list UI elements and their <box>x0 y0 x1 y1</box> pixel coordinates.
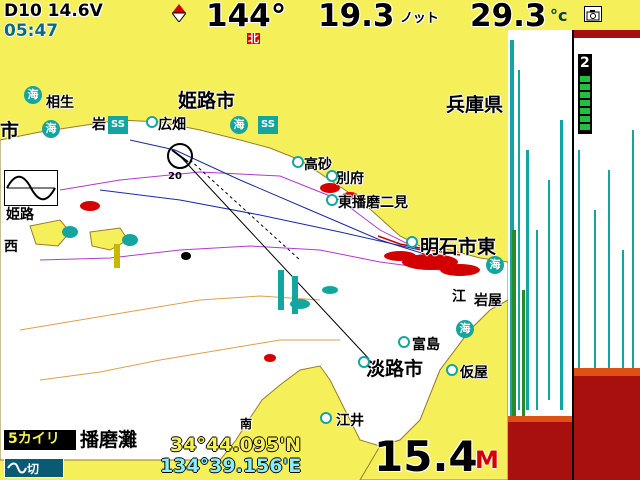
gas-station-icon[interactable]: SS <box>258 116 278 134</box>
map-label-iwaya: 岩屋 <box>474 293 502 309</box>
map-label-higashiharima: 東播磨二見 <box>338 195 408 211</box>
north-marker: 北 <box>247 32 260 45</box>
heading-readout: 144° <box>206 0 287 34</box>
water-temperature-readout: 29.3 <box>470 0 547 34</box>
map-label-befu: 別府 <box>336 171 364 187</box>
area-name: 播磨灘 <box>80 429 138 451</box>
gain-level: 2 <box>580 55 590 71</box>
location-pin-icon[interactable] <box>146 116 158 128</box>
location-pin-icon[interactable] <box>398 336 410 348</box>
map-label-himeji: 姫路市 <box>178 90 236 112</box>
speed-readout: 19.3 <box>318 0 395 34</box>
latitude-readout: 34°44.095'N <box>170 434 301 456</box>
port-icon[interactable]: 海 <box>486 256 504 274</box>
map-label-e: 江 <box>452 289 466 305</box>
depth-readout: 15.4 <box>374 432 478 480</box>
camera-icon[interactable] <box>584 6 602 22</box>
map-label-akashi: 明石市東 <box>420 236 497 258</box>
heading-arrow-icon <box>172 4 186 22</box>
map-label-aioi: 相生 <box>46 95 74 111</box>
map-label-kariya: 仮屋 <box>460 365 488 381</box>
tide-graph-icon[interactable] <box>4 170 58 206</box>
south-marker: 南 <box>240 417 253 431</box>
port-icon[interactable]: 海 <box>456 320 474 338</box>
map-label-awaji: 淡路市 <box>366 358 424 380</box>
display-toggle-button[interactable]: 切 <box>4 458 64 478</box>
location-pin-icon[interactable] <box>292 156 304 168</box>
sonar-panel-low[interactable] <box>508 30 572 480</box>
location-pin-icon[interactable] <box>326 194 338 206</box>
map-label-nishi: 西 <box>4 239 18 255</box>
chart-scale: 5カイリ <box>8 431 60 447</box>
location-pin-icon[interactable] <box>326 170 338 182</box>
temperature-unit: °c <box>550 6 568 25</box>
depth-unit: M <box>475 446 499 474</box>
port-icon[interactable]: 海 <box>24 86 42 104</box>
gas-station-icon[interactable]: SS <box>108 116 128 134</box>
map-label-city-edge: 市 <box>0 120 20 142</box>
map-label-ei: 江井 <box>336 413 364 429</box>
map-label-tomishima: 富島 <box>412 337 440 353</box>
location-pin-icon[interactable] <box>446 364 458 376</box>
clock-readout: 05:47 <box>4 21 59 41</box>
port-icon[interactable]: 海 <box>230 116 248 134</box>
location-pin-icon[interactable] <box>406 236 418 248</box>
voltage-readout: D10 14.6V <box>4 1 103 21</box>
location-pin-icon[interactable] <box>320 412 332 424</box>
toggle-label: 切 <box>27 462 40 476</box>
waypoint-number: 20 <box>168 171 182 182</box>
map-label-hyogo: 兵庫県 <box>446 94 504 116</box>
longitude-readout: 134°39.156'E <box>160 455 302 477</box>
location-pin-icon[interactable] <box>358 356 370 368</box>
plotter-screen: 姫路市 兵庫県 相生 市 岩 広畑 高砂 別府 東播磨二見 明石市東 江 岩屋 … <box>0 0 640 480</box>
speed-unit: ノット <box>400 11 439 26</box>
map-label-iwa: 岩 <box>92 117 106 133</box>
wave-toggle-icon <box>7 462 27 474</box>
map-label-hirohata: 広畑 <box>158 117 186 133</box>
port-icon[interactable]: 海 <box>42 120 60 138</box>
